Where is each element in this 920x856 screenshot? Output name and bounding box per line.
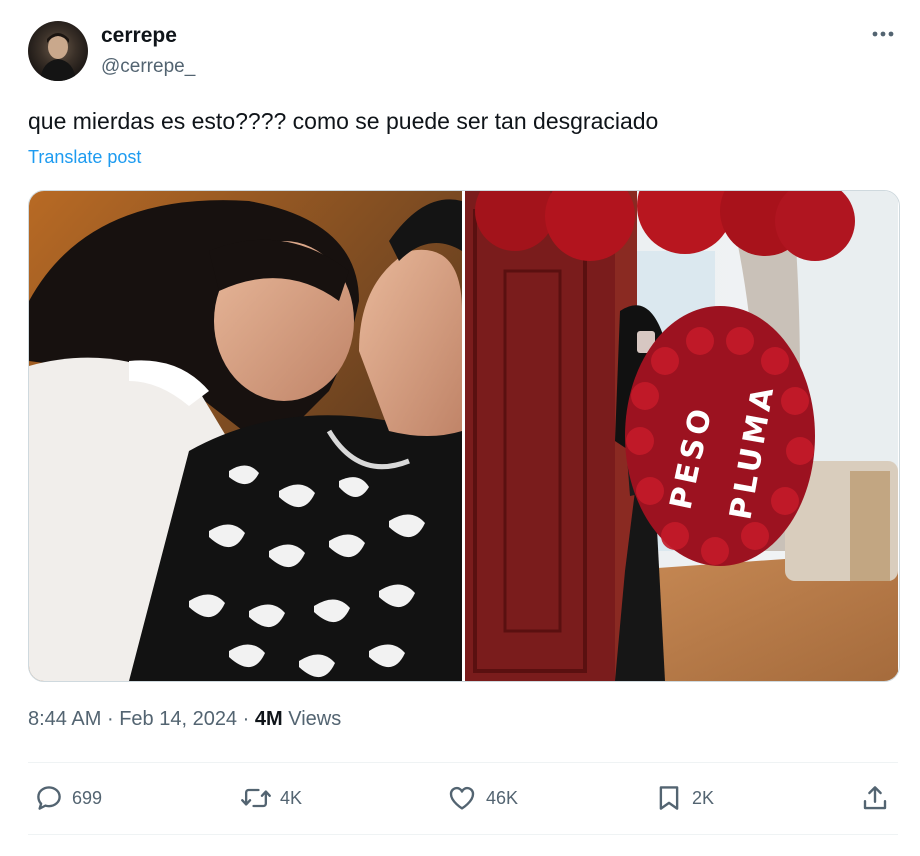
heart-icon bbox=[449, 786, 475, 810]
like-button[interactable]: 46K bbox=[446, 762, 518, 834]
repost-icon bbox=[241, 788, 271, 808]
media-grid: PESO PLUMA bbox=[28, 190, 900, 682]
meta-separator-2: · bbox=[242, 708, 250, 730]
repost-button[interactable]: 4K bbox=[240, 762, 302, 834]
share-icon bbox=[863, 786, 887, 810]
media-photo-2[interactable]: PESO PLUMA bbox=[465, 191, 898, 681]
more-icon bbox=[872, 31, 894, 37]
tweet-date[interactable]: Feb 14, 2024 bbox=[119, 708, 237, 730]
like-count: 46K bbox=[486, 787, 519, 808]
tweet-text: que mierdas es esto???? como se puede se… bbox=[28, 108, 659, 134]
more-options-button[interactable] bbox=[866, 22, 900, 46]
reply-button[interactable]: 699 bbox=[34, 762, 102, 834]
author-handle[interactable]: @cerrepe_ bbox=[101, 56, 195, 78]
reply-icon bbox=[37, 786, 61, 810]
repost-count: 4K bbox=[280, 787, 303, 808]
views-count: 4M bbox=[254, 708, 283, 730]
avatar[interactable] bbox=[28, 21, 88, 81]
tweet-meta: 8:44 AM · Feb 14, 2024 · 4M Views bbox=[28, 708, 341, 731]
divider-bottom bbox=[28, 834, 898, 835]
photo-couple-selfie-icon bbox=[29, 191, 462, 681]
bookmark-button[interactable]: 2K bbox=[654, 762, 714, 834]
author-display-name[interactable]: cerrepe bbox=[101, 24, 177, 48]
tweet-card: cerrepe @cerrepe_ que mierdas es esto???… bbox=[0, 0, 920, 856]
bookmark-icon bbox=[659, 786, 679, 810]
translate-post-link[interactable]: Translate post bbox=[28, 147, 141, 168]
media-photo-1[interactable] bbox=[29, 191, 462, 681]
reply-count: 699 bbox=[72, 787, 103, 808]
meta-separator-1: · bbox=[106, 708, 114, 730]
share-button[interactable] bbox=[860, 762, 890, 834]
tweet-time[interactable]: 8:44 AM bbox=[28, 708, 101, 730]
photo-rose-bouquet-icon: PESO PLUMA bbox=[465, 191, 898, 681]
bookmark-count: 2K bbox=[692, 787, 715, 808]
views-label: Views bbox=[288, 708, 342, 730]
action-bar: 699 4K 46K 2K bbox=[28, 762, 898, 834]
